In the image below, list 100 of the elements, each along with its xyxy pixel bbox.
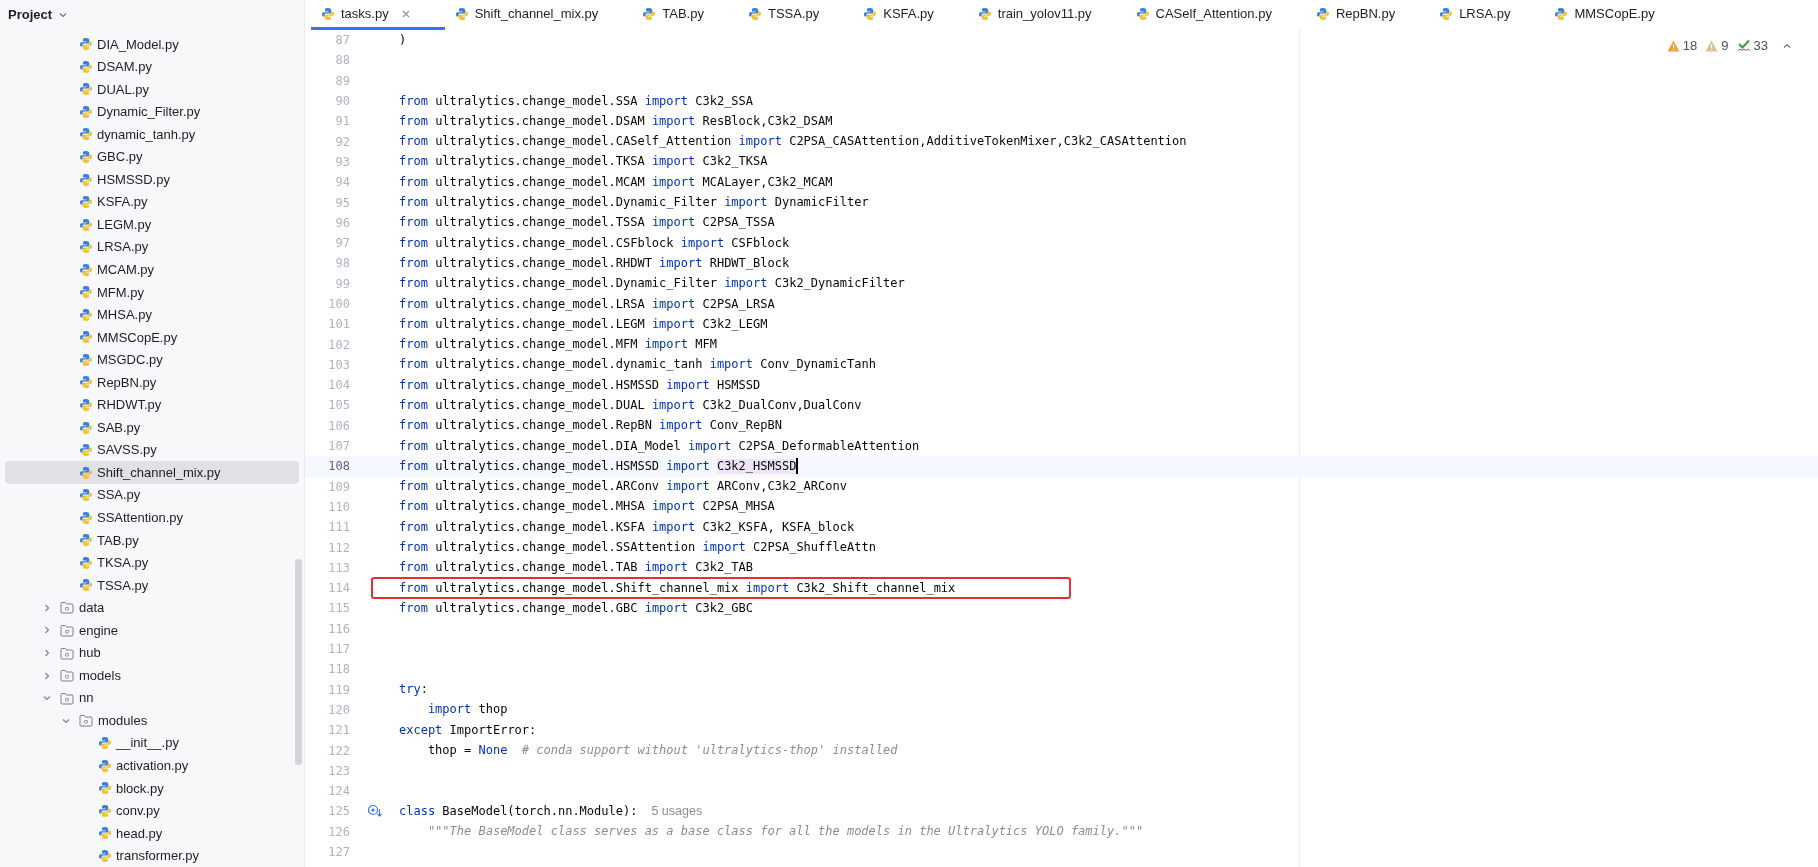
- editor-tab[interactable]: MMSCopE.py: [1544, 0, 1689, 30]
- folder-item[interactable]: models: [5, 664, 299, 687]
- file-item[interactable]: MSGDC.py: [5, 348, 299, 372]
- editor-tab[interactable]: tasks.py: [311, 0, 445, 30]
- file-item[interactable]: RHDWT.py: [5, 393, 299, 417]
- line-number: 92: [334, 133, 350, 151]
- file-item[interactable]: SAB.py: [5, 416, 299, 439]
- code-line: from ultralytics.change_model.TAB import C3k2_TAB: [399, 560, 754, 576]
- line-number: 120: [327, 701, 350, 719]
- file-item[interactable]: block.py: [5, 777, 299, 800]
- line-number: 91: [334, 113, 350, 131]
- code-line: from ultralytics.change_model.Dynamic_Filter import C3k2_DynamicFilter: [399, 276, 905, 292]
- python-icon: [79, 330, 93, 345]
- file-item[interactable]: DSAM.py: [5, 55, 299, 79]
- python-icon: [98, 803, 112, 818]
- editor-tab[interactable]: RepBN.py: [1305, 0, 1430, 30]
- file-item[interactable]: dynamic_tanh.py: [5, 123, 299, 146]
- editor-tab[interactable]: Shift_channel_mix.py: [444, 0, 633, 30]
- code-line: from ultralytics.change_model.DSAM import ResBlock,C3k2_DSAM: [399, 113, 833, 129]
- file-item[interactable]: TKSA.py: [5, 551, 299, 575]
- file-item[interactable]: __init__.py: [5, 731, 299, 755]
- problem-count: 9: [1721, 37, 1729, 55]
- file-item[interactable]: transformer.py: [5, 844, 299, 867]
- code-line: from ultralytics.change_model.MFM import MFM: [399, 337, 717, 353]
- line-number: 110: [327, 498, 350, 516]
- python-icon: [79, 398, 93, 412]
- scrollbar[interactable]: [295, 559, 302, 765]
- folder-item[interactable]: data: [5, 596, 299, 620]
- python-icon: [79, 240, 93, 255]
- file-item[interactable]: TAB.py: [5, 529, 299, 552]
- python-icon: [79, 195, 93, 210]
- line-number: 88: [334, 52, 350, 70]
- file-item[interactable]: TSSA.py: [5, 574, 299, 597]
- python-icon: [98, 848, 112, 863]
- editor-tab[interactable]: TSSA.py: [737, 0, 854, 30]
- line-number: 127: [327, 844, 350, 861]
- line-number: 89: [334, 72, 350, 90]
- editor-tab[interactable]: CASelf_Attention.py: [1125, 0, 1306, 30]
- file-item[interactable]: SSAttention.py: [5, 506, 299, 530]
- editor-tab[interactable]: train_yolov11.py: [967, 0, 1126, 30]
- override-icon[interactable]: [366, 804, 383, 819]
- code-line: from ultralytics.change_model.dynamic_tanh import Conv_DynamicTanh: [399, 357, 876, 373]
- warning-icon[interactable]: [1666, 39, 1680, 52]
- file-item[interactable]: conv.py: [5, 799, 299, 823]
- folder-icon: [60, 646, 74, 660]
- file-item[interactable]: MFM.py: [5, 281, 299, 304]
- folder-icon: [60, 669, 74, 683]
- line-number: 112: [327, 539, 350, 557]
- line-number: 100: [327, 296, 350, 313]
- folder-icon: [60, 691, 74, 705]
- file-item[interactable]: MCAM.py: [5, 258, 299, 281]
- python-icon: [79, 443, 93, 458]
- line-number: 114: [327, 580, 350, 598]
- python-icon: [79, 59, 93, 74]
- code-line: from ultralytics.change_model.LRSA import C2PSA_LRSA: [399, 296, 775, 312]
- file-item[interactable]: Shift_channel_mix.py: [5, 461, 299, 484]
- code-line: from ultralytics.change_model.DUAL import C3k2_DualConv,DualConv: [399, 398, 862, 413]
- line-number: 98: [334, 255, 350, 273]
- editor-tab[interactable]: LRSA.py: [1429, 0, 1545, 30]
- editor-tab[interactable]: TAB.py: [632, 0, 738, 30]
- file-item[interactable]: Dynamic_Filter.py: [5, 100, 299, 124]
- line-number: 109: [327, 478, 350, 496]
- line-number: 111: [327, 519, 350, 537]
- file-item[interactable]: KSFA.py: [5, 190, 299, 214]
- file-item[interactable]: MMSCopE.py: [5, 326, 299, 349]
- line-number: 87: [334, 32, 350, 50]
- editor-tab[interactable]: KSFA.py: [853, 0, 968, 30]
- file-item[interactable]: SSA.py: [5, 483, 299, 507]
- python-icon: [642, 6, 657, 21]
- text-caret: [796, 458, 798, 475]
- code-line: from ultralytics.change_model.CSFblock import CSFblock: [399, 235, 790, 251]
- file-item[interactable]: DIA_Model.py: [5, 33, 299, 56]
- line-number: 116: [327, 620, 350, 638]
- file-item[interactable]: LRSA.py: [5, 235, 299, 259]
- folder-item[interactable]: modules: [5, 709, 299, 732]
- file-item[interactable]: MHSA.py: [5, 303, 299, 327]
- file-item[interactable]: LEGM.py: [5, 213, 299, 236]
- code-line: from ultralytics.change_model.MCAM import MCALayer,C3k2_MCAM: [399, 174, 833, 190]
- line-number: 108: [327, 458, 350, 476]
- check-icon[interactable]: [1736, 39, 1751, 53]
- folder-item[interactable]: nn: [5, 686, 299, 710]
- code-line: from ultralytics.change_model.Shift_channel_mix import C3k2_Shift_channel_mix: [399, 580, 956, 596]
- python-icon: [977, 6, 992, 21]
- python-icon: [98, 736, 112, 751]
- file-item[interactable]: SAVSS.py: [5, 438, 299, 462]
- folder-icon: [60, 624, 74, 637]
- file-item[interactable]: DUAL.py: [5, 78, 299, 101]
- file-item[interactable]: HSMSSD.py: [5, 168, 299, 191]
- file-item[interactable]: activation.py: [5, 754, 299, 778]
- folder-item[interactable]: engine: [5, 619, 299, 642]
- file-item[interactable]: head.py: [5, 822, 299, 845]
- chevron-down-icon[interactable]: [58, 10, 69, 20]
- warning-icon[interactable]: [1705, 39, 1719, 52]
- line-number: 103: [327, 356, 350, 374]
- close-icon[interactable]: [400, 8, 411, 19]
- code-line: try:: [399, 682, 428, 698]
- file-item[interactable]: GBC.py: [5, 145, 299, 169]
- file-item[interactable]: RepBN.py: [5, 371, 299, 394]
- folder-item[interactable]: hub: [5, 641, 299, 665]
- python-icon: [79, 262, 93, 277]
